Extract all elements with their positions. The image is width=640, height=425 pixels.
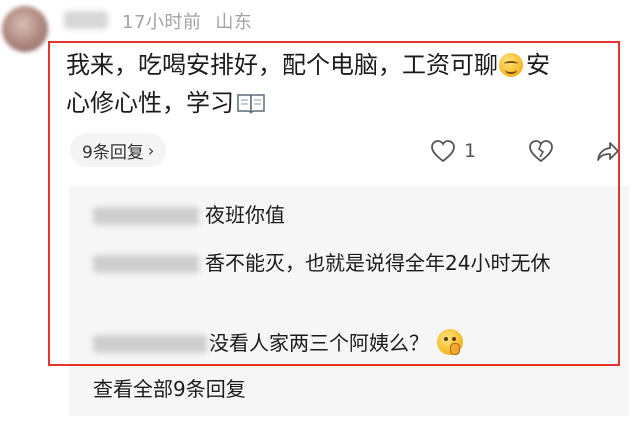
comment-meta: 17小时前 山东 bbox=[122, 8, 252, 34]
comment-location: 山东 bbox=[215, 12, 253, 33]
comment-screen: 17小时前 山东 我来，吃喝安排好，配个电脑，工资可聊安 心修心性，学习 9条回复… bbox=[0, 0, 640, 425]
view-all-replies-link[interactable]: 查看全部9条回复 bbox=[93, 372, 246, 407]
username-blurred[interactable] bbox=[64, 11, 108, 29]
comment-time: 17小时前 bbox=[122, 12, 202, 33]
avatar[interactable] bbox=[2, 6, 48, 52]
highlight-box bbox=[48, 41, 620, 366]
